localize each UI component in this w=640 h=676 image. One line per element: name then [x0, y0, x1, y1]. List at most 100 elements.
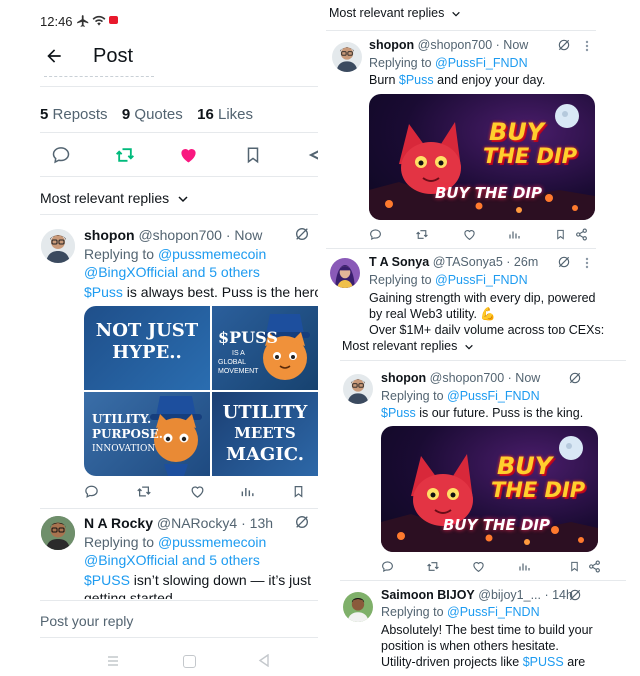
author-handle[interactable]: @shopon700 · Now [430, 371, 541, 385]
quotes-label[interactable]: Quotes [134, 106, 182, 123]
mention-link[interactable]: @PussFi_FNDN [435, 273, 528, 287]
banner-title-line1: BUY [497, 452, 553, 480]
like-icon[interactable] [463, 228, 476, 241]
author-handle[interactable]: @NARocky4 · 13h [157, 515, 273, 531]
reply-sort-dropdown[interactable]: Most relevant replies [329, 6, 461, 20]
grok-icon[interactable] [557, 38, 571, 52]
repost-icon[interactable] [426, 560, 440, 573]
repost-icon[interactable] [415, 228, 429, 241]
tweet-text-clipped: getting started [84, 590, 318, 599]
recent-apps-button[interactable] [106, 655, 120, 667]
tweet-body-line1: Absolutely! The best time to build your [381, 623, 593, 637]
avatar[interactable] [330, 258, 360, 288]
mention-link[interactable]: @pussmemecoin [158, 534, 266, 550]
repost-icon[interactable] [136, 484, 152, 499]
mention-others-link[interactable]: @BingXOfficial and 5 others [84, 552, 260, 568]
bookmark-icon[interactable] [569, 560, 580, 573]
reply-input[interactable]: Post your reply [40, 613, 133, 629]
mention-link[interactable]: @PussFi_FNDN [447, 605, 540, 619]
author-name[interactable]: T A Sonya [369, 255, 429, 269]
back-arrow-icon[interactable] [44, 46, 64, 66]
author-handle[interactable]: @TASonya5 · 26m [433, 255, 539, 269]
tile4-line1: UTILITY [222, 402, 308, 423]
share-icon[interactable] [307, 147, 318, 163]
reply-icon[interactable] [369, 228, 382, 241]
image-tile-2[interactable]: $PUSS IS A GLOBAL MOVEMENT [212, 306, 318, 390]
avatar[interactable] [343, 592, 373, 622]
image-tile-1[interactable]: NOT JUST HYPE.. [84, 306, 210, 390]
tweet-body-line3-start: Utility-driven projects like [381, 655, 523, 669]
replying-to-line: Replying to @PussFi_FNDN [369, 273, 528, 287]
chevron-down-icon [464, 342, 474, 352]
mention-link[interactable]: @PussFi_FNDN [447, 389, 540, 403]
tweet-image-grid[interactable]: NOT JUST HYPE.. $PUSS IS A GLOBAL MOVEME… [84, 306, 318, 476]
author-name[interactable]: shopon [84, 227, 135, 243]
author-name[interactable]: shopon [381, 371, 426, 385]
image-tile-4[interactable]: UTILITY MEETS MAGIC. [212, 392, 318, 476]
share-icon[interactable] [575, 228, 588, 241]
avatar[interactable] [41, 516, 75, 550]
cashtag-link[interactable]: $Puss [399, 73, 434, 87]
avatar[interactable] [343, 374, 373, 404]
author-name[interactable]: N A Rocky [84, 515, 153, 531]
tweet-body-line3: Over $1M+ daily volume across top CEXs: [369, 323, 605, 334]
reply-icon[interactable] [381, 560, 394, 573]
repost-icon[interactable] [114, 145, 136, 165]
quotes-count: 9 [121, 106, 131, 123]
wifi-icon [92, 14, 106, 28]
more-options-icon[interactable] [585, 40, 589, 52]
views-icon[interactable] [518, 560, 530, 573]
grok-icon[interactable] [294, 226, 310, 242]
likes-label[interactable]: Likes [218, 106, 253, 123]
share-icon[interactable] [588, 560, 601, 573]
bookmark-icon[interactable] [292, 484, 305, 499]
views-icon[interactable] [240, 484, 254, 499]
grok-icon[interactable] [568, 588, 582, 602]
reply-icon[interactable] [84, 484, 99, 499]
tweet-author-line: T A Sonya @TASonya5 · 26m [369, 255, 538, 269]
mention-link[interactable]: @PussFi_FNDN [435, 56, 528, 70]
author-handle[interactable]: @shopon700 · Now [418, 38, 529, 52]
cashtag-link[interactable]: $Puss [84, 284, 123, 300]
author-name[interactable]: shopon [369, 38, 414, 52]
tweet-image[interactable]: BUY THE DIP BUY THE DIP [381, 426, 598, 552]
image-tile-3[interactable]: UTILITY. PURPOSE. INNOVATION [84, 392, 210, 476]
grok-icon[interactable] [568, 371, 582, 385]
home-button[interactable] [183, 655, 196, 668]
like-icon[interactable] [178, 145, 199, 165]
author-handle[interactable]: @shopon700 · Now [138, 227, 262, 243]
more-options-icon[interactable] [585, 257, 589, 269]
bookmark-icon[interactable] [244, 145, 262, 165]
like-icon[interactable] [190, 484, 205, 499]
cashtag-link[interactable]: $Puss [381, 406, 416, 420]
tweet-image[interactable]: BUY THE DIP BUY THE DIP [369, 94, 595, 220]
tweet-body-line1: Gaining strength with every dip, powered [369, 291, 596, 305]
author-handle[interactable]: @bijoy1_... · 14h [478, 588, 573, 602]
tile3-line3: INNOVATION [92, 444, 156, 454]
reply-sort-dropdown[interactable]: Most relevant replies [40, 190, 189, 206]
tweet-author-line: shopon @shopon700 · Now [369, 38, 528, 52]
grok-icon[interactable] [294, 514, 310, 530]
avatar[interactable] [332, 42, 362, 72]
bookmark-icon[interactable] [555, 228, 566, 241]
truncated-content [44, 76, 154, 81]
tweet-author-line: Saimoon BIJOY @bijoy1_... · 14h [381, 588, 573, 602]
author-name[interactable]: Saimoon BIJOY [381, 588, 475, 602]
mention-others-link[interactable]: @BingXOfficial and 5 others [84, 264, 260, 280]
replying-to-line: Replying to @PussFi_FNDN [381, 605, 540, 619]
tile2-small2: GLOBAL [218, 359, 247, 366]
views-icon[interactable] [508, 228, 520, 241]
back-button[interactable] [258, 654, 270, 667]
cashtag-link[interactable]: $PUSS [84, 572, 130, 588]
replying-to-line: Replying to @PussFi_FNDN [369, 56, 528, 70]
tweet-body: is our future. Puss is the king. [415, 406, 584, 420]
reply-icon[interactable] [51, 145, 71, 165]
cashtag-link[interactable]: $PUSS [523, 655, 564, 669]
like-icon[interactable] [472, 560, 485, 573]
mention-link[interactable]: @pussmemecoin [158, 246, 266, 262]
reposts-label[interactable]: Reposts [53, 106, 108, 123]
post-stats: 5 Reposts 9 Quotes 16 Likes [40, 106, 253, 123]
grok-icon[interactable] [557, 255, 571, 269]
reply-sort-dropdown[interactable]: Most relevant replies [342, 339, 474, 353]
avatar[interactable] [41, 229, 75, 263]
